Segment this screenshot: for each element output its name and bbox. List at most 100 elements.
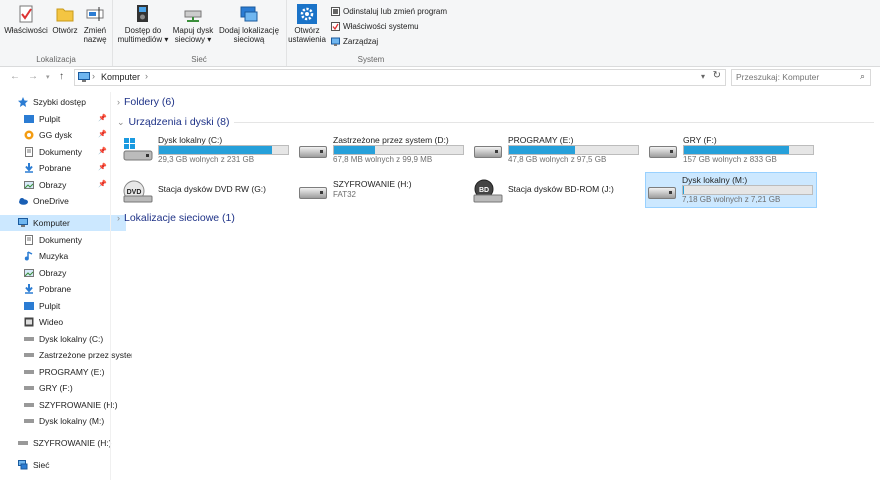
svg-text:BD: BD [479,187,489,194]
pin-icon[interactable]: 📌 [98,163,107,171]
search-input[interactable] [736,72,851,82]
pictures-icon [24,268,34,278]
drive-m[interactable]: Dysk lokalny (M:) 7,18 GB wolnych z 7,21… [645,172,817,208]
desktop-icon [24,114,34,124]
search-box[interactable]: ⌕ [731,69,871,86]
document-icon [24,235,34,245]
address-dropdown-icon[interactable]: ▾ [701,72,705,81]
uninstall-icon [331,7,340,16]
pictures-icon [24,180,34,190]
ribbon-group-location: Właściwości Otwórz Zmień nazwę Lokalizac… [0,0,113,66]
content-pane: › Foldery (6) ⌄ Urządzenia i dyski (8) D… [112,88,880,480]
svg-text:DVD: DVD [127,189,142,196]
media-access-button[interactable]: Dostęp do multimediów ▾ [116,4,170,44]
rename-icon [85,4,105,24]
drive-icon [297,138,329,162]
rename-button[interactable]: Zmień nazwę [81,4,109,44]
download-icon [24,284,34,294]
breadcrumb-chevron-icon[interactable]: › [145,71,148,81]
drive-g[interactable]: DVD Stacja dysków DVD RW (G:) [122,176,292,206]
add-network-location-button[interactable]: Dodaj lokalizację sieciową [216,4,282,44]
manage-icon [331,37,340,46]
media-icon [133,4,153,24]
usage-fill [159,146,272,154]
check-icon [331,22,340,31]
forward-arrow-icon[interactable]: → [28,71,38,82]
drive-icon [24,334,34,344]
refresh-icon[interactable]: ↻ [713,70,721,81]
drive-icon [24,367,34,377]
folder-icon [55,4,75,24]
drive-icon [472,138,504,162]
open-button[interactable]: Otwórz [50,4,80,35]
address-box[interactable]: › Komputer › ▾ ↻ [74,69,726,86]
up-arrow-icon[interactable]: ↑ [59,71,64,82]
computer-icon [18,218,28,228]
usage-fill [334,146,376,154]
usage-fill [509,146,575,154]
nav-computer[interactable]: Komputer [0,215,126,231]
recent-dropdown-icon[interactable]: ▾ [46,73,50,81]
music-icon [24,251,34,261]
group-label-system: System [357,55,385,64]
system-properties-button[interactable]: Właściwości systemu [331,22,419,31]
drive-h[interactable]: SZYFROWANIE (H:) FAT32 [297,176,467,206]
drive-icon [24,350,34,360]
star-icon [18,97,28,107]
chevron-right-icon: › [117,97,120,107]
search-icon[interactable]: ⌕ [860,71,865,82]
nav-onedrive[interactable]: OneDrive [0,193,126,209]
pin-icon[interactable]: 📌 [98,180,107,188]
group-devices[interactable]: ⌄ Urządzenia i dyski (8) [117,116,874,128]
drive-j[interactable]: BD Stacja dysków BD-ROM (J:) [472,176,642,206]
group-label-network: Sieć [191,55,207,64]
ribbon-group-network: Dostęp do multimediów ▾ Mapuj dysk sieci… [112,0,287,66]
drive-d[interactable]: Zastrzeżone przez system (D:) 67,8 MB wo… [297,135,467,165]
breadcrumb-computer[interactable]: Komputer [101,72,140,82]
usage-bar [683,145,814,155]
group-divider [233,121,874,123]
drive-f[interactable]: GRY (F:) 157 GB wolnych z 833 GB [647,135,817,165]
map-drive-button[interactable]: Mapuj dysk sieciowy ▾ [170,4,216,44]
navigation-pane: Szybki dostęp Pulpit 📌 GG dysk 📌 Dokumen… [0,92,132,480]
open-settings-button[interactable]: Otwórz ustawienia [286,4,328,44]
gg-icon [24,130,34,140]
nav-network[interactable]: Sieć [0,457,126,473]
usage-bar [682,185,813,195]
pin-icon[interactable]: 📌 [98,114,107,122]
manage-button[interactable]: Zarządzaj [331,37,378,46]
back-arrow-icon[interactable]: ← [10,71,20,82]
address-bar-row: ← → ▾ ↑ › Komputer › ▾ ↻ ⌕ [0,67,880,87]
chevron-right-icon: › [117,213,120,223]
nav-encrypt-drive[interactable]: SZYFROWANIE (H:) [0,435,126,451]
group-label-location: Lokalizacja [36,55,76,64]
ribbon: Właściwości Otwórz Zmień nazwę Lokalizac… [0,0,880,67]
nav-quick-access[interactable]: Szybki dostęp [0,94,126,110]
network-icon [18,460,28,470]
video-icon [24,317,34,327]
usage-bar [333,145,464,155]
drive-icon [647,138,679,162]
drive-icon [646,179,678,203]
group-folders[interactable]: › Foldery (6) [117,96,175,108]
network-drive-icon [183,4,203,24]
pin-icon[interactable]: 📌 [98,147,107,155]
drive-e[interactable]: PROGRAMY (E:) 47,8 GB wolnych z 97,5 GB [472,135,642,165]
properties-button[interactable]: Właściwości [4,4,48,35]
document-icon [24,147,34,157]
usage-bar [158,145,289,155]
nav-splitter[interactable] [110,92,111,480]
desktop-icon [24,301,34,311]
download-icon [24,163,34,173]
network-location-icon [239,4,259,24]
drive-c[interactable]: Dysk lokalny (C:) 29,3 GB wolnych z 231 … [122,135,292,165]
pin-icon[interactable]: 📌 [98,130,107,138]
cloud-icon [18,196,28,206]
group-network-locations[interactable]: › Lokalizacje sieciowe (1) [117,212,235,224]
usage-bar [508,145,639,155]
uninstall-program-button[interactable]: Odinstaluj lub zmień program [331,7,447,16]
drive-icon [18,438,28,448]
computer-icon [78,72,90,84]
usage-fill [683,186,684,194]
properties-icon [16,4,36,24]
